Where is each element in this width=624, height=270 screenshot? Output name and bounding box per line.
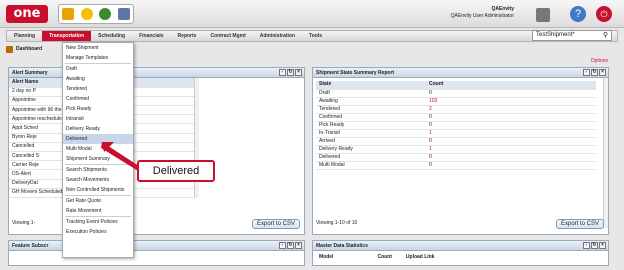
alert-viewing-label: Viewing 1-	[12, 220, 36, 226]
nav-scheduling[interactable]: Scheduling	[91, 31, 132, 41]
table-row[interactable]: Tendered 2	[316, 105, 596, 114]
menu-item-intransit[interactable]: Intransit	[63, 114, 133, 124]
power-icon[interactable]: ⏻	[596, 6, 612, 22]
master-data-widget: Master Data Statistics - ↻ × Model Count U…	[312, 240, 609, 266]
shipment-scrollbar[interactable]	[603, 78, 608, 228]
options-link[interactable]: Options	[591, 58, 608, 64]
refresh-icon[interactable]: ↻	[591, 69, 598, 76]
alert-export-button[interactable]: Export to CSV	[251, 219, 300, 229]
refresh-icon[interactable]	[99, 8, 112, 20]
nav-planning[interactable]: Planning	[7, 31, 42, 41]
minimize-icon[interactable]: -	[583, 242, 590, 249]
feature-widget-title: Feature Subscr	[12, 243, 49, 249]
table-row[interactable]: Confirmed 0	[316, 113, 596, 122]
menu-item-new-shipment[interactable]: New Shipment	[63, 43, 133, 53]
menu-item-delivery-ready[interactable]: Delivery Ready	[63, 124, 133, 134]
app-logo[interactable]: one	[6, 5, 48, 23]
minimize-icon[interactable]: -	[279, 69, 286, 76]
column-header[interactable]: Count	[426, 81, 596, 90]
nav-administration[interactable]: Administration	[253, 31, 302, 41]
minimize-icon[interactable]: -	[279, 242, 286, 249]
menu-item-draft[interactable]: Draft	[63, 64, 133, 74]
nav-transportation[interactable]: Transportation	[42, 31, 92, 41]
main-nav: Planning Transportation Scheduling Finan…	[6, 30, 618, 42]
close-icon[interactable]: ×	[295, 242, 302, 249]
callout-label: Delivered	[137, 160, 215, 182]
close-icon[interactable]: ×	[599, 242, 606, 249]
menu-item-awaiting[interactable]: Awaiting	[63, 74, 133, 84]
master-widget-header: Master Data Statistics - ↻ ×	[313, 241, 608, 251]
nav-contract-mgmt[interactable]: Contract Mgmt	[203, 31, 252, 41]
table-row[interactable]: Multi Modal 0	[316, 161, 596, 170]
alert-widget-header: Alert Summary - ↻ ×	[9, 68, 304, 78]
column-header[interactable]: Model	[319, 254, 333, 260]
menu-item-manage-templates[interactable]: Manage Templates	[63, 53, 133, 63]
nav-tools[interactable]: Tools	[302, 31, 329, 41]
close-icon[interactable]: ×	[599, 69, 606, 76]
table-row[interactable]: Awaiting 103	[316, 97, 596, 106]
menu-item-tracking-event-policies[interactable]: Tracking Event Policies	[63, 217, 133, 227]
user-name: QAEnvity	[491, 6, 514, 12]
table-row[interactable]: Arrived 0	[316, 137, 596, 146]
dashboard-icon	[6, 45, 13, 53]
alert-widget-title: Alert Summary	[12, 70, 48, 76]
column-header[interactable]: State	[316, 81, 426, 90]
table-row[interactable]: In-Transit 1	[316, 129, 596, 138]
menu-item-non-controlled-shipments[interactable]: Non Controlled Shipments	[63, 185, 133, 195]
search-input[interactable]: TestShipment*	[532, 30, 612, 41]
minimize-icon[interactable]: -	[583, 69, 590, 76]
shipment-summary-widget: Shipment State Summary Report - ↻ × State C…	[312, 67, 609, 235]
refresh-icon[interactable]: ↻	[287, 242, 294, 249]
table-row[interactable]: Delivered 0	[316, 153, 596, 162]
menu-item-confirmed[interactable]: Confirmed	[63, 94, 133, 104]
shipment-viewing-label: Viewing 1-10 of 10	[316, 220, 358, 226]
shipment-table: State Count Draft 0 Awaiting 103 Tendered 2 …	[316, 81, 596, 170]
nav-reports[interactable]: Reports	[171, 31, 204, 41]
feature-widget-header: Feature Subscr - ↻ ×	[9, 241, 304, 251]
settings-icon[interactable]	[536, 8, 550, 22]
column-header[interactable]: Count	[377, 254, 391, 260]
user-info: QAEnvity QAEnvity User Administrator	[451, 6, 514, 20]
table-row[interactable]: Draft 0	[316, 89, 596, 98]
shipment-widget-title: Shipment State Summary Report	[316, 70, 395, 76]
alert-summary-widget: Alert Summary -↻× Alert NameTotal Alerts…	[8, 67, 305, 235]
user-role: QAEnvity User Administrator	[450, 13, 514, 19]
close-icon[interactable]: ×	[295, 69, 302, 76]
feature-subscription-widget: Feature Subscr - ↻ ×	[8, 240, 305, 266]
menu-item-pick-ready[interactable]: Pick Ready	[63, 104, 133, 114]
master-widget-title: Master Data Statistics	[316, 243, 368, 249]
menu-item-execution-policies[interactable]: Execution Policies	[63, 227, 133, 237]
search-icon[interactable]: ⚲	[603, 31, 608, 39]
table-row[interactable]: Delivery Ready 1	[316, 145, 596, 154]
favorites-icon[interactable]	[80, 8, 93, 20]
shipment-widget-header: Shipment State Summary Report - ↻ ×	[313, 68, 608, 78]
quick-icons	[58, 4, 134, 24]
refresh-icon[interactable]: ↻	[287, 69, 294, 76]
column-header[interactable]: Upload Link	[406, 254, 435, 260]
nav-financials[interactable]: Financials	[132, 31, 170, 41]
dashboard-tab[interactable]: Dashboard	[16, 46, 42, 52]
screen-icon[interactable]	[117, 8, 130, 20]
home-icon[interactable]	[62, 8, 75, 20]
menu-item-rate-movement[interactable]: Rate Movement	[63, 206, 133, 216]
shipment-export-button[interactable]: Export to CSV	[555, 219, 604, 229]
menu-item-get-rate-quote[interactable]: Get Rate Quote	[63, 196, 133, 206]
table-row[interactable]: Pick Ready 0	[316, 121, 596, 130]
help-icon[interactable]: ?	[570, 6, 586, 22]
refresh-icon[interactable]: ↻	[591, 242, 598, 249]
menu-item-tendered[interactable]: Tendered	[63, 84, 133, 94]
